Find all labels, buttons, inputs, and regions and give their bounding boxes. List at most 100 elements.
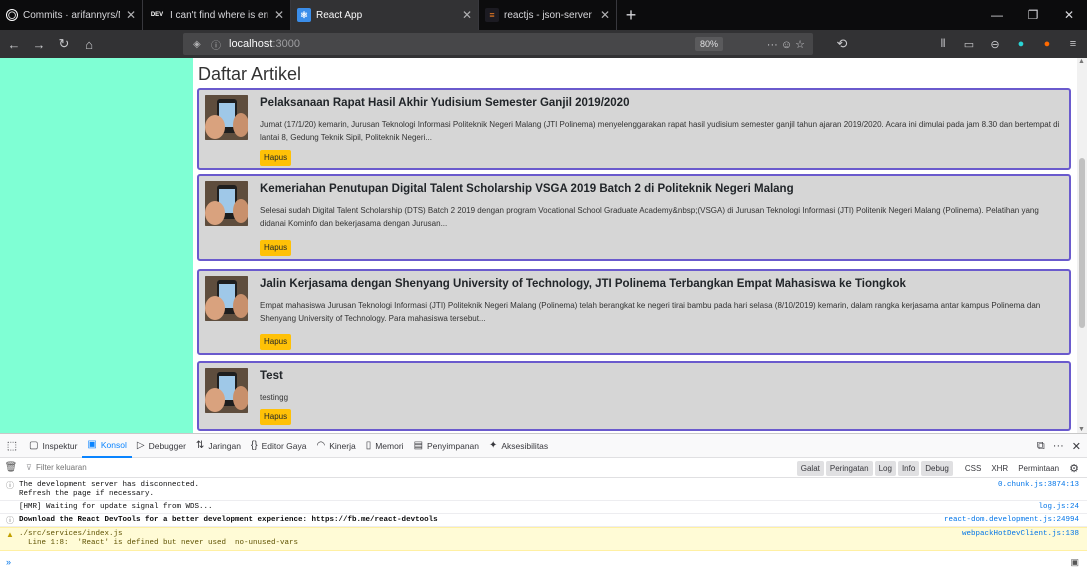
console-filter-bar: 🗑 ⊽ Galat Peringatan Log Info Debug CSS … <box>0 458 1087 478</box>
filter-output-input[interactable] <box>22 459 242 476</box>
message-source-link[interactable]: react-dom.development.js:24994 <box>944 516 1079 525</box>
trash-icon[interactable]: 🗑 <box>0 462 22 473</box>
article-excerpt: Selesai sudah Digital Talent Scholarship… <box>260 206 1039 228</box>
sidebar-icon[interactable]: ▭ <box>961 36 977 52</box>
page-sidebar <box>0 58 193 433</box>
devtools-tabs: ⬚ ▢ Inspektur ▣ Konsol ▷ Debugger ⇅ Jaringan… <box>0 434 1087 458</box>
message-source-link[interactable]: webpackHotDevClient.js:138 <box>962 530 1079 539</box>
tab-network[interactable]: ⇅ Jaringan <box>191 434 246 458</box>
shield-icon[interactable]: ◈ <box>193 39 207 50</box>
article-title: Pelaksanaan Rapat Hasil Akhir Yudisium S… <box>260 97 630 109</box>
dock-icon[interactable]: ⧉ <box>1037 440 1045 453</box>
message-text: ./src/services/index.js Line 1:8: 'React… <box>19 530 299 547</box>
tab-title: React App <box>316 9 363 21</box>
restore-icon[interactable]: ❐ <box>1015 0 1051 30</box>
tab-label: Aksesibilitas <box>501 440 549 451</box>
filter-xhr-button[interactable]: XHR <box>987 461 1012 476</box>
tab-inspector[interactable]: ▢ Inspektur <box>24 434 82 458</box>
filter-icon: ⊽ <box>26 463 32 472</box>
element-picker-icon[interactable]: ⬚ <box>0 439 24 452</box>
message-text: The development server has disconnected.… <box>19 481 200 498</box>
article-title: Kemeriahan Penutupan Digital Talent Scho… <box>260 183 794 195</box>
delete-button[interactable]: Hapus <box>260 409 292 425</box>
zoom-level[interactable]: 80% <box>694 37 723 51</box>
filter-errors-button[interactable]: Galat <box>796 460 824 476</box>
account-icon[interactable]: ⊖ <box>987 36 1003 52</box>
console-input[interactable]: » ▣ <box>0 555 1087 569</box>
close-window-icon[interactable]: ✕ <box>1051 0 1087 30</box>
url-bar[interactable]: ◈ ⓘ localhost :3000 80% ··· ☺ ☆ <box>183 33 813 55</box>
tab-label: Debugger <box>148 440 186 451</box>
filter-css-button[interactable]: CSS <box>961 461 985 476</box>
library-icon[interactable]: ⫴ <box>935 36 951 52</box>
style-editor-icon: {} <box>250 440 258 451</box>
article-card: Jalin Kerjasama dengan Shenyang Universi… <box>197 269 1071 355</box>
stackoverflow-icon: ≡ <box>485 8 499 22</box>
tab-style-editor[interactable]: {} Editor Gaya <box>246 434 312 458</box>
tab-memory[interactable]: ▯ Memori <box>361 434 409 458</box>
filter-logs-button[interactable]: Log <box>874 460 896 476</box>
filter-info-button[interactable]: Info <box>897 460 920 476</box>
article-title: Jalin Kerjasama dengan Shenyang Universi… <box>260 278 906 290</box>
console-message: [HMR] Waiting for update signal from WDS… <box>0 501 1087 514</box>
gear-icon[interactable]: ⚙ <box>1069 462 1079 475</box>
toolbar-right: ⫴ ▭ ⊖ ● ● ≡ <box>935 33 1081 55</box>
tab-accessibility[interactable]: ✦ Aksesibilitas <box>484 434 553 458</box>
close-tab-icon[interactable]: ✕ <box>462 8 472 22</box>
forward-icon[interactable]: → <box>28 33 50 55</box>
close-tab-icon[interactable]: ✕ <box>274 8 284 22</box>
filter-debug-button[interactable]: Debug <box>921 460 953 476</box>
close-tab-icon[interactable]: ✕ <box>600 8 610 22</box>
message-source-link[interactable]: log.js:24 <box>1038 503 1079 512</box>
debugger-icon: ▷ <box>136 440 145 451</box>
tab-title: I can't find where is error . Synt <box>170 9 268 21</box>
url-actions[interactable]: ··· ☺ ☆ <box>767 33 805 55</box>
filter-requests-button[interactable]: Permintaan <box>1014 461 1063 476</box>
close-tab-icon[interactable]: ✕ <box>126 8 136 22</box>
scrollbar-thumb[interactable] <box>1079 158 1085 328</box>
browser-tab-github[interactable]: ◯ Commits · arifannyrs/Modul-8 ✕ <box>0 0 143 30</box>
article-card: Pelaksanaan Rapat Hasil Akhir Yudisium S… <box>197 88 1071 170</box>
prompt-chevron-icon: » <box>6 557 12 567</box>
github-icon: ◯ <box>6 9 18 21</box>
menu-icon[interactable]: ≡ <box>1065 36 1081 52</box>
minimize-icon[interactable]: — <box>979 0 1015 30</box>
article-thumbnail <box>205 181 248 226</box>
home-icon[interactable]: ⌂ <box>78 33 100 55</box>
more-options-icon[interactable]: ··· <box>1053 440 1064 452</box>
delete-button[interactable]: Hapus <box>260 150 292 166</box>
tab-debugger[interactable]: ▷ Debugger <box>132 434 191 458</box>
article-excerpt: testingg <box>260 393 289 402</box>
history-icon[interactable]: ⟲ <box>831 33 853 55</box>
log-level-filters: Galat Peringatan Log Info Debug CSS XHR … <box>796 460 1079 476</box>
page-scrollbar[interactable]: ▲ ▼ <box>1077 58 1087 433</box>
tab-label: Memori <box>375 440 404 451</box>
delete-button[interactable]: Hapus <box>260 240 292 256</box>
page-title: Daftar Artikel <box>198 64 302 84</box>
browser-tab-strip: ◯ Commits · arifannyrs/Modul-8 ✕ DEV I c… <box>0 0 1087 30</box>
site-info-icon[interactable]: ⓘ <box>211 37 225 52</box>
tab-storage[interactable]: ▤ Penyimpanan <box>409 434 484 458</box>
browser-tab-dev[interactable]: DEV I can't find where is error . Synt ✕ <box>143 0 291 30</box>
scroll-down-icon[interactable]: ▼ <box>1078 426 1085 433</box>
back-icon[interactable]: ← <box>3 33 25 55</box>
message-source-link[interactable]: 0.chunk.js:3874:13 <box>998 481 1079 490</box>
filter-warnings-button[interactable]: Peringatan <box>825 460 873 476</box>
reload-icon[interactable]: ↻ <box>53 33 75 55</box>
tab-console[interactable]: ▣ Konsol <box>82 434 132 458</box>
react-icon: ⚛ <box>297 8 311 22</box>
new-tab-button[interactable]: + <box>617 0 645 30</box>
article-list: Daftar Artikel Pelaksanaan Rapat Hasil A… <box>193 58 1077 433</box>
navigation-toolbar: ← → ↻ ⌂ ◈ ⓘ localhost :3000 80% ··· ☺ ☆ … <box>0 30 1087 58</box>
extension-icon[interactable]: ● <box>1013 36 1029 52</box>
info-icon: ⓘ <box>6 481 14 490</box>
split-console-icon[interactable]: ▣ <box>1070 557 1079 568</box>
react-devtools-extension-icon[interactable]: ● <box>1039 36 1055 52</box>
close-devtools-icon[interactable]: ✕ <box>1072 440 1081 453</box>
scroll-up-icon[interactable]: ▲ <box>1078 58 1085 65</box>
delete-button[interactable]: Hapus <box>260 334 292 350</box>
tab-performance[interactable]: ◠ Kinerja <box>312 434 361 458</box>
browser-tab-stackoverflow[interactable]: ≡ reactjs - json-server is not reco ✕ <box>479 0 617 30</box>
article-card: Kemeriahan Penutupan Digital Talent Scho… <box>197 174 1071 261</box>
browser-tab-react-app[interactable]: ⚛ React App ✕ <box>291 0 479 30</box>
